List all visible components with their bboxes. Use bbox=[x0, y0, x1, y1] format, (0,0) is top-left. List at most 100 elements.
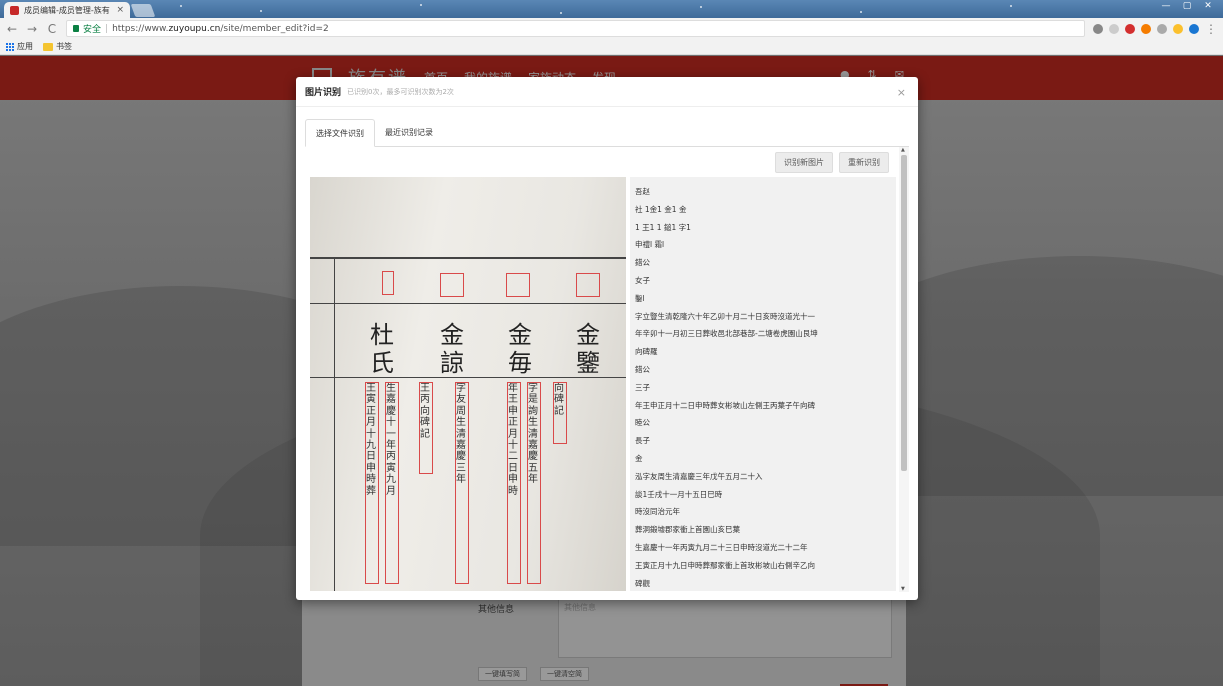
clear-button[interactable]: 一键清空简 bbox=[540, 667, 589, 681]
extension-icons: ⋮ bbox=[1093, 22, 1217, 36]
snow-decoration bbox=[560, 12, 562, 14]
bookmark-apps[interactable]: 应用 bbox=[6, 41, 33, 52]
apps-icon bbox=[6, 42, 14, 51]
snow-decoration bbox=[180, 5, 182, 7]
ocr-result-panel[interactable]: 吾赵 社 1金1 金1 金 1 王1 1 鎚1 字1 申禮l 霜l 錯公 女子 … bbox=[630, 177, 896, 591]
extension-icon[interactable] bbox=[1141, 23, 1151, 34]
new-tab-button[interactable] bbox=[130, 4, 156, 17]
modal-header: 图片识别 已识别0次，最多可识别次数为2次 bbox=[296, 77, 918, 107]
ocr-line: 金 bbox=[635, 453, 643, 463]
scan-left-rule bbox=[334, 257, 335, 591]
extension-icon[interactable] bbox=[1157, 23, 1167, 34]
tab-title: 成员编辑-成员管理-族有 bbox=[24, 5, 110, 15]
scroll-up-icon[interactable]: ▲ bbox=[901, 147, 905, 153]
scan-big-char: 毎 bbox=[508, 349, 532, 377]
ocr-line: 碑觀 bbox=[635, 578, 650, 588]
ocr-line: 錯公 bbox=[635, 364, 650, 374]
scrollbar-thumb[interactable] bbox=[901, 155, 907, 471]
ocr-line: 申禮l 霜l bbox=[635, 240, 665, 250]
back-button[interactable]: ← bbox=[6, 22, 18, 36]
ocr-line: 生嘉慶十一年丙寅九月二十三日申時沒道光二十二年 bbox=[635, 542, 808, 552]
ocr-line: 長子 bbox=[635, 436, 650, 446]
snow-decoration bbox=[420, 4, 422, 6]
ocr-line: 鑿l bbox=[635, 293, 645, 303]
scan-text-box bbox=[506, 273, 530, 297]
ocr-line: 葬洞鍛墟郡家衝上首園山亥巳葉 bbox=[635, 525, 740, 535]
bookmark-star-icon[interactable] bbox=[1109, 23, 1119, 34]
ocr-line: 泓字友周生清嘉慶三年戊午五月二十入 bbox=[635, 471, 763, 481]
bookmark-folder[interactable]: 书签 bbox=[43, 41, 72, 52]
scan-text-column: 王寅正月十九日申時葬 bbox=[365, 382, 379, 584]
modal-scrollbar[interactable]: ▲ ▼ bbox=[899, 147, 909, 592]
re-recognize-button[interactable]: 重新识别 bbox=[839, 152, 889, 173]
url-separator: | bbox=[105, 23, 109, 34]
scanned-genealogy-image: 杜 氏 金 諒 金 毎 金 鑒 王寅正月十九日申時葬 生嘉慶十一年丙寅九月 王丙… bbox=[310, 177, 626, 591]
ocr-line: 時沒同治元年 bbox=[635, 507, 680, 517]
maximize-button[interactable]: ▢ bbox=[1178, 1, 1196, 12]
ocr-line: 談1壬戌十一月十五日巳時 bbox=[635, 489, 723, 499]
scan-text-column: 字是詢生清嘉慶五年 bbox=[527, 382, 541, 584]
recognize-new-image-button[interactable]: 识别新图片 bbox=[775, 152, 833, 173]
url-text: https://www.zuyoupu.cn/site/member_edit?… bbox=[112, 23, 329, 34]
translate-icon[interactable] bbox=[1093, 23, 1103, 34]
scan-top-rule bbox=[310, 257, 626, 259]
browser-toolbar: ← → C 安全 | https://www.zuyoupu.cn/site/m… bbox=[0, 18, 1223, 39]
scan-text-column: 王丙向碑記 bbox=[419, 382, 433, 474]
scan-text-column: 向碑記 bbox=[553, 382, 567, 444]
browser-tab-strip: 成员编辑-成员管理-族有 × — ▢ ✕ bbox=[0, 0, 1223, 18]
reload-button[interactable]: C bbox=[46, 22, 58, 36]
scan-mid-rule bbox=[310, 303, 626, 304]
scan-text-box bbox=[576, 273, 600, 297]
other-info-label: 其他信息 bbox=[478, 605, 515, 615]
ocr-line: 三子 bbox=[635, 382, 650, 392]
menu-icon[interactable]: ⋮ bbox=[1205, 22, 1217, 36]
scroll-down-icon[interactable]: ▼ bbox=[901, 586, 905, 592]
scan-big-char: 諒 bbox=[440, 349, 464, 377]
modal-subtitle: 已识别0次，最多可识别次数为2次 bbox=[347, 87, 454, 96]
scan-text-column: 生嘉慶十一年丙寅九月 bbox=[385, 382, 399, 584]
modal-tabs: 选择文件识别 最近识别记录 bbox=[305, 119, 909, 147]
ocr-line: 向碑羅 bbox=[635, 347, 658, 357]
bookmarks-bar: 应用 书签 bbox=[0, 39, 1223, 55]
extension-icon[interactable] bbox=[1189, 23, 1199, 34]
snow-decoration bbox=[1010, 5, 1012, 7]
ocr-line: 錯公 bbox=[635, 258, 650, 268]
tab-select-file[interactable]: 选择文件识别 bbox=[305, 119, 375, 147]
modal-title: 图片识别 bbox=[305, 88, 342, 98]
ocr-line: 年王申正月十二日申時葬女彬坡山左側王丙葉子午向碑 bbox=[635, 400, 815, 410]
scan-text-box bbox=[440, 273, 464, 297]
ocr-line: 吾赵 bbox=[635, 187, 650, 196]
adblock-icon[interactable] bbox=[1125, 23, 1135, 34]
bookmark-label: 应用 bbox=[17, 42, 33, 51]
ocr-line: 社 1金1 金1 金 bbox=[635, 204, 687, 214]
extension-icon[interactable] bbox=[1173, 23, 1183, 34]
scan-text-column: 年王申正月十二日申時 bbox=[507, 382, 521, 584]
tab-close-icon[interactable]: × bbox=[116, 5, 124, 15]
forward-button[interactable]: → bbox=[26, 22, 38, 36]
image-recognition-modal: 图片识别 已识别0次，最多可识别次数为2次 × 选择文件识别 最近识别记录 识别… bbox=[296, 77, 918, 600]
scan-text-box bbox=[382, 271, 394, 295]
snow-decoration bbox=[700, 6, 702, 8]
snow-decoration bbox=[860, 11, 862, 13]
address-bar[interactable]: 安全 | https://www.zuyoupu.cn/site/member_… bbox=[66, 20, 1085, 37]
modal-close-icon[interactable]: × bbox=[897, 86, 906, 99]
ocr-line: 年辛卯十一月初三日葬收邑北部巷部-二塘卷虎園山艮坤 bbox=[635, 329, 818, 339]
other-info-textarea[interactable]: 其他信息 bbox=[558, 598, 892, 658]
scan-paper bbox=[310, 177, 626, 591]
secure-label: 安全 bbox=[83, 25, 102, 35]
lock-icon bbox=[73, 25, 79, 32]
ocr-line: 王寅正月十九日申時葬鄢家衝上首玫彬坡山右側辛乙向 bbox=[635, 560, 815, 570]
ocr-line: 1 王1 1 鎚1 字1 bbox=[635, 222, 691, 232]
browser-tab[interactable]: 成员编辑-成员管理-族有 × bbox=[4, 2, 130, 18]
close-window-button[interactable]: ✕ bbox=[1199, 1, 1217, 12]
site-favicon-icon bbox=[10, 5, 19, 15]
fill-button[interactable]: 一键填写简 bbox=[478, 667, 527, 681]
scan-text-column: 字友周生清嘉慶三年 bbox=[455, 382, 469, 584]
folder-icon bbox=[43, 42, 53, 51]
window-controls: — ▢ ✕ bbox=[1157, 1, 1217, 12]
scan-big-char: 鑒 bbox=[576, 349, 600, 377]
minimize-button[interactable]: — bbox=[1157, 1, 1175, 12]
tab-recent-records[interactable]: 最近识别记录 bbox=[375, 119, 443, 147]
snow-decoration bbox=[260, 10, 262, 12]
bookmark-label: 书签 bbox=[56, 42, 72, 51]
